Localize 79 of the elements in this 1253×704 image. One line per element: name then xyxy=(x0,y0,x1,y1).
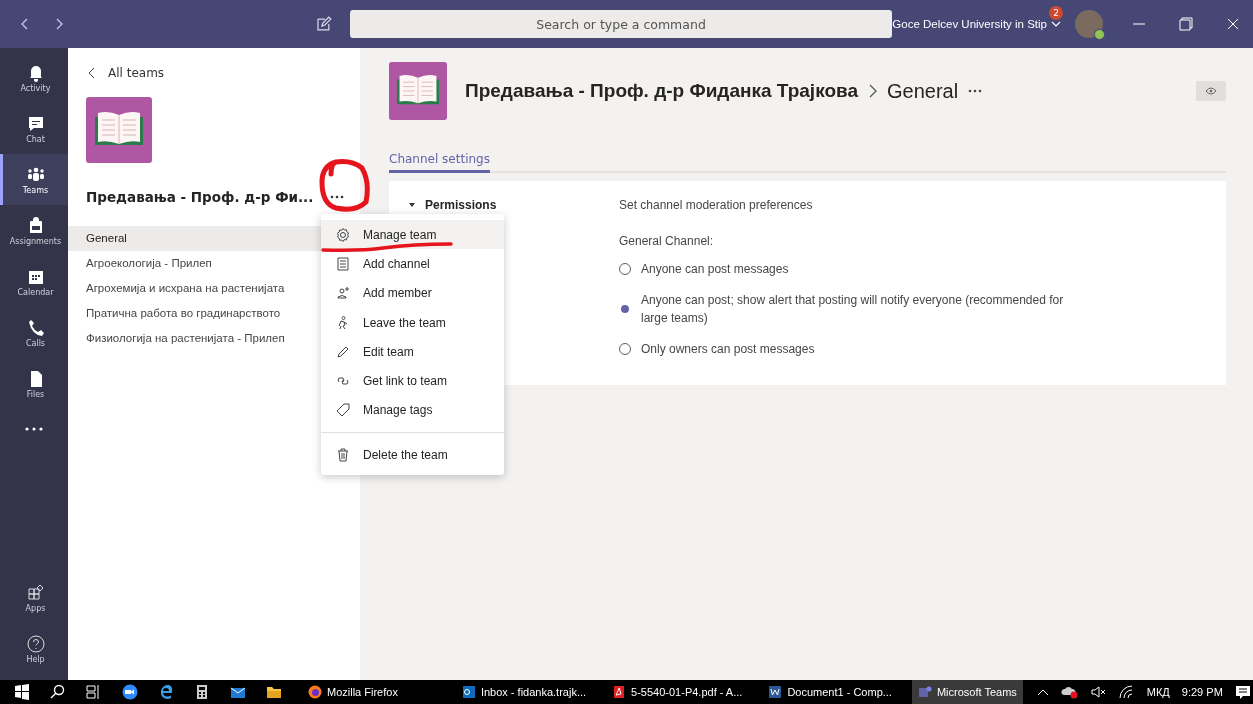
view-button[interactable] xyxy=(1196,81,1226,101)
language-indicator[interactable]: МКД xyxy=(1146,686,1170,698)
permissions-section-toggle[interactable]: Permissions xyxy=(409,198,619,212)
menu-item[interactable]: Leave the team xyxy=(321,307,504,338)
help-icon[interactable] xyxy=(25,633,46,654)
compose-icon[interactable] xyxy=(315,16,332,32)
menu-item[interactable]: Delete the team xyxy=(321,440,504,470)
browser-icon[interactable] xyxy=(158,684,174,700)
wifi-icon[interactable] xyxy=(1118,685,1135,699)
list-icon[interactable] xyxy=(335,255,351,272)
option-label: Only owners can post messages xyxy=(641,341,815,358)
chevron-down-icon[interactable] xyxy=(1051,20,1061,28)
menu-item[interactable]: Add member xyxy=(321,278,504,308)
more-apps-icon[interactable] xyxy=(24,427,44,431)
apps-icon[interactable] xyxy=(25,582,46,603)
calculator-icon[interactable] xyxy=(194,684,210,700)
settings-icon[interactable] xyxy=(335,226,351,243)
eye-icon[interactable] xyxy=(1205,87,1217,95)
app-bar-item[interactable]: Calls xyxy=(0,307,68,358)
app-bar-item[interactable]: Assignments xyxy=(0,205,68,256)
taskbar-app[interactable]: Document1 - Comp... xyxy=(762,680,898,704)
taskbar-app[interactable]: 5-5540-01-P4.pdf - A... xyxy=(606,680,749,704)
search-field[interactable]: Search or type a command xyxy=(349,10,893,38)
video-camera-icon[interactable] xyxy=(122,684,138,700)
chevron-left-icon[interactable] xyxy=(88,67,96,79)
notifications-icon[interactable] xyxy=(1234,684,1251,700)
more-options-icon[interactable] xyxy=(330,195,344,199)
app-bar-item[interactable]: Teams xyxy=(0,154,68,205)
caret-icon[interactable] xyxy=(409,203,415,207)
firefox-icon[interactable] xyxy=(308,685,322,699)
tag-icon[interactable] xyxy=(335,402,351,419)
app-bar-item[interactable]: Chat xyxy=(0,103,68,154)
radio-button[interactable] xyxy=(619,263,631,275)
option-label: Anyone can post messages xyxy=(641,261,789,278)
search-icon[interactable] xyxy=(50,684,66,700)
app-bar-item[interactable]: Files xyxy=(0,358,68,409)
taskbar-app[interactable]: Inbox - fidanka.trajk... xyxy=(455,680,593,704)
teams-icon[interactable] xyxy=(917,685,932,699)
chevron-up-icon[interactable] xyxy=(1036,688,1049,696)
menu-item[interactable]: Manage team xyxy=(321,220,504,250)
folder-icon[interactable] xyxy=(266,684,282,700)
speaker-muted-icon[interactable] xyxy=(1090,685,1107,699)
outlook-icon[interactable] xyxy=(461,685,476,699)
group-label: General Channel: xyxy=(619,234,715,248)
app-bar-item[interactable]: Help xyxy=(0,623,68,674)
cloud-icon[interactable] xyxy=(1060,685,1079,699)
taskbar-app[interactable]: Microsoft Teams xyxy=(911,680,1023,704)
menu-item[interactable]: Manage tags xyxy=(321,395,504,426)
book-icon xyxy=(389,62,447,120)
clock[interactable]: 9:29 PM xyxy=(1181,686,1223,698)
all-teams-link[interactable]: All teams xyxy=(88,66,165,80)
menu-item[interactable]: Get link to team xyxy=(321,366,504,396)
radio-button[interactable] xyxy=(619,343,631,355)
menu-item[interactable]: Add channel xyxy=(321,249,504,279)
menu-item[interactable]: Edit team xyxy=(321,337,504,367)
add-person-icon[interactable] xyxy=(335,285,351,302)
team-title: Предавања - Проф. д-р Фиданка Трајкова xyxy=(465,80,858,102)
channel-title: General xyxy=(887,79,959,103)
description-text: Set channel moderation preferences xyxy=(619,198,814,212)
tab[interactable]: Channel settings xyxy=(389,152,490,173)
start-icon[interactable] xyxy=(14,684,30,700)
close-icon[interactable] xyxy=(1227,18,1239,30)
app-bar-item[interactable]: Apps xyxy=(0,572,68,623)
organization-switcher[interactable]: Goce Delcev University in Stip xyxy=(892,18,1047,30)
task-view-icon[interactable] xyxy=(86,684,102,700)
team-name: Предавања - Проф. д-р Фи... xyxy=(86,189,314,205)
app-bar-item[interactable]: Activity xyxy=(0,52,68,103)
restore-icon[interactable] xyxy=(1179,17,1193,31)
option-label: Anyone can post; show alert that posting will notify everyone (recommended for large teams) xyxy=(641,292,1065,327)
pdf-icon[interactable] xyxy=(612,685,627,699)
book-icon xyxy=(86,97,152,163)
word-icon[interactable] xyxy=(768,685,783,699)
trash-icon[interactable] xyxy=(335,446,351,463)
user-avatar[interactable] xyxy=(1075,10,1103,38)
app-bar-item[interactable]: Calendar xyxy=(0,256,68,307)
taskbar-app[interactable]: Mozilla Firefox xyxy=(302,680,404,704)
more-options-icon[interactable] xyxy=(968,89,983,93)
chevron-right-icon xyxy=(868,84,877,98)
notification-badge: 2 xyxy=(1049,6,1063,20)
